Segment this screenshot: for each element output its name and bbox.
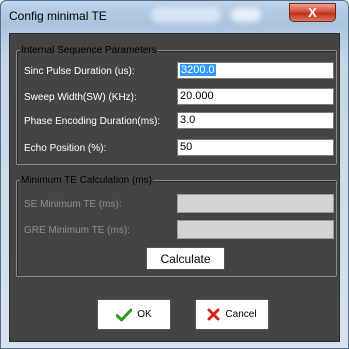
sinc-pulse-duration-label: Sinc Pulse Duration (us):	[24, 66, 135, 77]
calculate-button[interactable]: Calculate	[146, 247, 225, 270]
sinc-pulse-duration-input[interactable]: 3200.0	[177, 62, 334, 79]
window-title: Config minimal TE	[9, 9, 107, 23]
calculate-button-label: Calculate	[160, 251, 211, 266]
gre-minimum-te-label: GRE Minimum TE (ms):	[24, 225, 130, 236]
dialog-window: Config minimal TE X Internal Sequence Pa…	[0, 0, 349, 349]
se-minimum-te-label: SE Minimum TE (ms):	[24, 199, 122, 210]
title-bar-glare	[151, 7, 221, 23]
echo-position-input[interactable]: 50	[177, 139, 334, 156]
red-x-icon	[207, 308, 220, 321]
close-icon: X	[308, 5, 317, 20]
internal-parameters-legend: Internal Sequence Parameters	[20, 45, 158, 56]
minimum-te-legend: Minimum TE Calculation (ms)	[20, 175, 153, 186]
phase-encoding-duration-label: Phase Encoding Duration(ms):	[24, 116, 161, 127]
echo-position-label: Echo Position (%):	[24, 143, 107, 154]
cancel-button[interactable]: Cancel	[195, 299, 269, 330]
gre-minimum-te-field	[177, 220, 334, 239]
selected-text: 3200.0	[180, 64, 216, 76]
phase-encoding-duration-input[interactable]: 3.0	[177, 112, 334, 129]
title-bar-glare	[231, 8, 261, 22]
ok-button-label: OK	[137, 309, 152, 320]
sweep-width-input[interactable]: 20.000	[177, 88, 334, 105]
sweep-width-label: Sweep Width(SW) (KHz):	[24, 92, 137, 103]
se-minimum-te-field	[177, 194, 334, 213]
close-button[interactable]: X	[289, 3, 336, 22]
dialog-body: Internal Sequence Parameters Sinc Pulse …	[9, 33, 340, 342]
green-checkmark-icon	[116, 308, 133, 321]
cancel-button-label: Cancel	[225, 309, 257, 320]
title-bar[interactable]: Config minimal TE X	[1, 1, 348, 35]
ok-button[interactable]: OK	[97, 299, 171, 330]
